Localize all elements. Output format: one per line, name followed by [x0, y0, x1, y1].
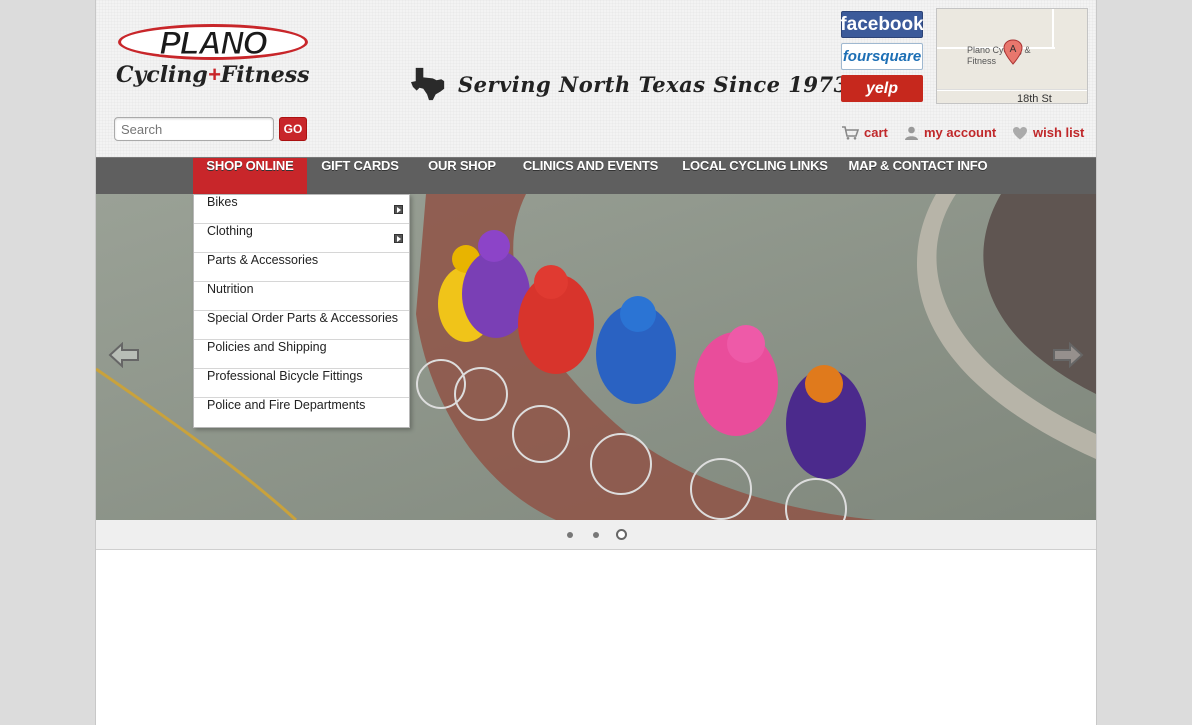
map-pin-icon: A [1003, 39, 1023, 65]
map-street-label: 18th St [1017, 93, 1052, 104]
foursquare-link[interactable]: foursquare [841, 43, 923, 70]
map-business-label: Plano Cycling & Fitness [967, 45, 1031, 66]
main-nav: SHOP ONLINE GIFT CARDS OUR SHOP CLINICS … [96, 157, 1096, 194]
slider-prev-arrow-icon[interactable] [108, 342, 140, 368]
shop-online-dropdown: Bikes Clothing Parts & Accessories Nutri… [193, 194, 410, 428]
dropdown-item-label: Bikes [207, 195, 238, 209]
nav-local-cycling-links[interactable]: LOCAL CYCLING LINKS [678, 158, 832, 194]
dropdown-item-nutrition[interactable]: Nutrition [194, 282, 409, 311]
slider-pagination [96, 520, 1096, 550]
dropdown-item-label: Clothing [207, 224, 253, 238]
logo-top-text: PLANO [159, 25, 268, 62]
tagline-text: Serving North Texas Since 1973 [458, 71, 849, 97]
texas-icon [411, 67, 445, 101]
dropdown-item-clothing[interactable]: Clothing [194, 224, 409, 253]
my-account-label: my account [924, 125, 997, 140]
wish-list-link[interactable]: wish list [1012, 125, 1084, 140]
dropdown-item-bikes[interactable]: Bikes [194, 195, 409, 224]
submenu-arrow-icon [394, 234, 403, 243]
dropdown-item-policies-shipping[interactable]: Policies and Shipping [194, 340, 409, 369]
search-input[interactable] [114, 117, 274, 141]
site-logo[interactable]: PLANO Cycling+Fitness [116, 22, 316, 94]
map-road [1052, 9, 1054, 49]
nav-shop-online[interactable]: SHOP ONLINE [193, 158, 307, 194]
wish-list-label: wish list [1033, 125, 1085, 140]
logo-subtitle: Cycling+Fitness [116, 62, 316, 88]
logo-word-fitness: Fitness [220, 62, 310, 88]
user-icon [905, 126, 918, 140]
nav-clinics-events[interactable]: CLINICS AND EVENTS [517, 158, 664, 194]
slider-dot-2[interactable] [593, 532, 599, 538]
nav-gift-cards[interactable]: GIFT CARDS [314, 158, 406, 194]
heart-icon [1013, 126, 1027, 139]
cart-icon [842, 125, 859, 140]
logo-word-cycling: Cycling [116, 62, 208, 88]
nav-our-shop[interactable]: OUR SHOP [419, 158, 505, 194]
facebook-link[interactable]: facebook [840, 11, 924, 38]
dropdown-item-parts-accessories[interactable]: Parts & Accessories [194, 253, 409, 282]
location-map[interactable]: Plano Cycling & Fitness A 18th St [936, 8, 1088, 104]
logo-plus: + [207, 62, 221, 87]
search-go-button[interactable]: GO [279, 117, 307, 141]
map-road [937, 89, 1087, 91]
tagline: Serving North Texas Since 1973 [410, 66, 849, 102]
submenu-arrow-icon [394, 205, 403, 214]
slider-dot-1[interactable] [567, 532, 573, 538]
dropdown-item-bicycle-fittings[interactable]: Professional Bicycle Fittings [194, 369, 409, 398]
logo-badge: PLANO [118, 24, 308, 62]
dropdown-item-police-fire[interactable]: Police and Fire Departments [194, 398, 409, 427]
dropdown-item-special-order[interactable]: Special Order Parts & Accessories [194, 311, 409, 340]
cart-link[interactable]: cart [841, 125, 888, 140]
slider-dot-3[interactable] [616, 529, 627, 540]
site-header: PLANO Cycling+Fitness Serving North Texa… [96, 0, 1096, 157]
cart-label: cart [864, 125, 888, 140]
slider-next-arrow-icon[interactable] [1052, 342, 1084, 368]
yelp-link[interactable]: yelp [841, 75, 923, 102]
nav-map-contact[interactable]: MAP & CONTACT INFO [845, 158, 991, 194]
my-account-link[interactable]: my account [904, 125, 996, 140]
map-pin-letter: A [1010, 44, 1017, 55]
page-container: PLANO Cycling+Fitness Serving North Texa… [95, 0, 1097, 725]
